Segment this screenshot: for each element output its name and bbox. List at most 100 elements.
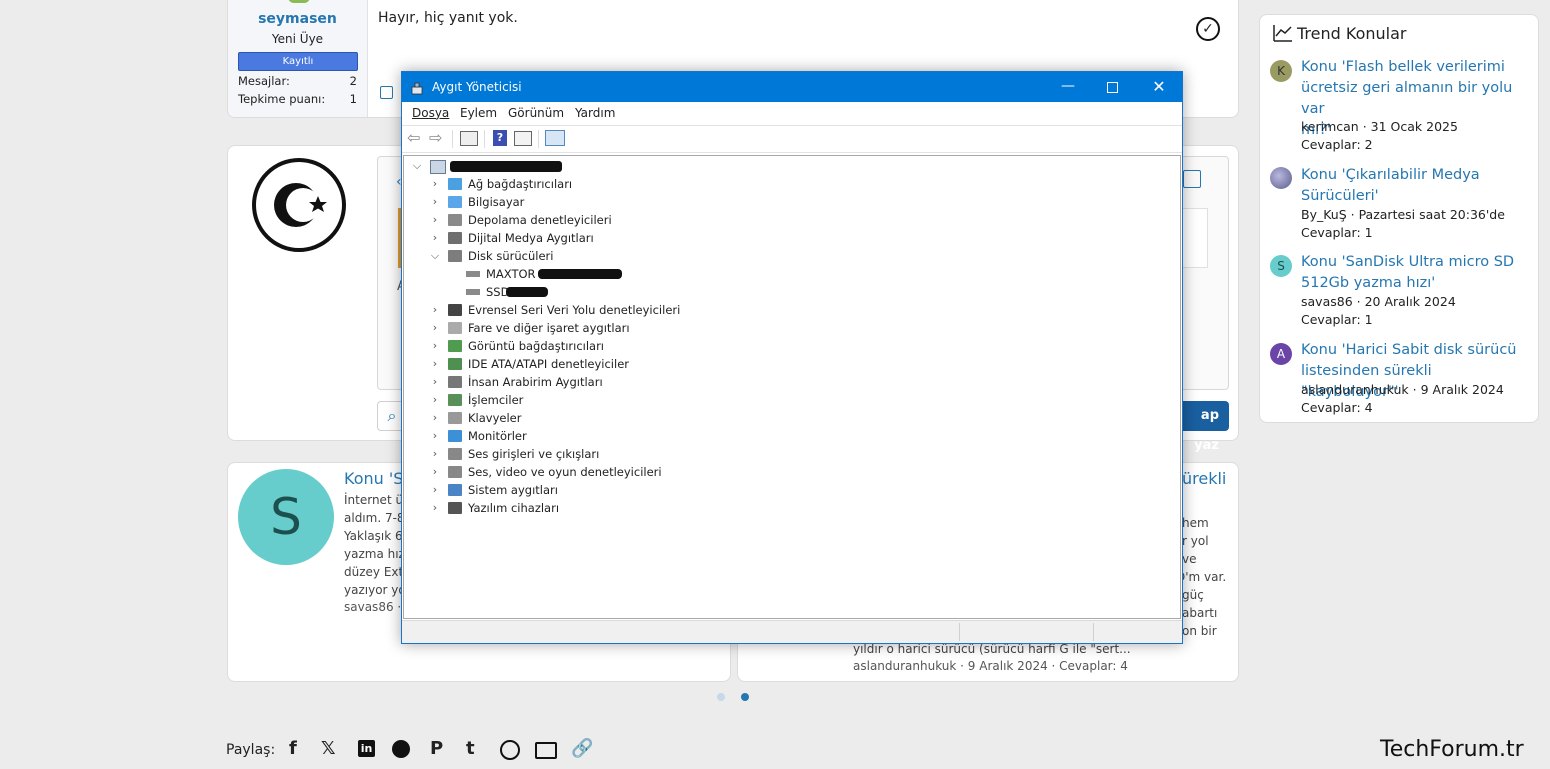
mouse-icon [448,322,462,334]
trend-meta: By_KuŞ · Pazartesi saat 20:36'de [1301,207,1505,222]
crescent-star-icon [274,183,327,227]
chevron-right-icon[interactable]: › [428,463,442,481]
reaction-label: Tepkime puanı: [238,92,326,106]
carousel-dot-2[interactable] [741,693,749,701]
carousel-dot-1[interactable] [717,693,725,701]
tree-category-label: Disk sürücüleri [468,249,554,263]
snippet-line: yazma hız [344,547,405,561]
disk-drive-icon [448,250,462,262]
snippet-line: güç [1182,588,1204,602]
similar-left-title[interactable]: Konu 'S [344,469,403,488]
status-divider [959,623,960,641]
menu-gorunum[interactable]: Görünüm [508,106,564,120]
hid-icon [448,376,462,388]
chevron-right-icon[interactable]: › [428,481,442,499]
tree-category-label: İşlemciler [468,393,524,407]
trend-avatar: S [1270,255,1292,277]
user-title: Yeni Üye [271,32,324,46]
chevron-right-icon[interactable]: › [428,391,442,409]
trend-link[interactable]: Konu 'SanDisk Ultra micro SD 512Gb yazma… [1301,252,1514,294]
linkedin-icon[interactable]: in [358,740,375,757]
chevron-right-icon[interactable]: › [428,193,442,211]
trend-item[interactable]: A Konu 'Harici Sabit disk sürücü listesi… [1270,342,1532,416]
help-icon[interactable]: ? [493,130,507,146]
preview-icon[interactable] [1183,170,1201,188]
tree-category-label: Monitörler [468,429,527,443]
similar-right-snippet-line: yıldır o harici sürücü (sürücü harfi G i… [853,642,1131,656]
disk-drive-icon [466,271,480,277]
chevron-down-icon[interactable]: ⌵ [428,247,442,265]
select-checkbox[interactable] [380,86,393,99]
tree-category-label: Ses, video ve oyun denetleyicileri [468,465,662,479]
trend-item[interactable]: S Konu 'SanDisk Ultra micro SD 512Gb yaz… [1270,254,1532,328]
trend-avatar-letter: K [1277,64,1285,78]
chevron-right-icon[interactable]: › [428,175,442,193]
chevron-right-icon[interactable]: › [428,427,442,445]
trend-meta: savas86 · 20 Aralık 2024 [1301,294,1456,309]
back-arrow-icon[interactable]: ⇦ [407,130,425,146]
snippet-line: düzey Ext [344,565,404,579]
reddit-icon[interactable] [392,740,410,758]
trend-replies: Cevaplar: 1 [1301,312,1373,327]
menu-eylem[interactable]: Eylem [460,106,497,120]
chevron-down-icon[interactable]: ⌵ [410,157,424,175]
keyboard-icon [448,412,462,424]
menu-dosya[interactable]: Dosya [412,106,449,120]
trend-item[interactable]: K Konu 'Flash bellek verilerimi ücretsiz… [1270,59,1532,152]
chevron-right-icon[interactable]: › [428,229,442,247]
chevron-right-icon[interactable]: › [428,211,442,229]
snippet-line: D'm var. [1176,570,1227,584]
chevron-right-icon[interactable]: › [428,499,442,517]
status-divider [1093,623,1094,641]
menu-yardim[interactable]: Yardım [575,106,615,120]
monitor-icon [448,430,462,442]
computer-icon [448,196,462,208]
properties-view-icon[interactable] [460,131,478,146]
trend-title: Trend Konular [1297,24,1407,43]
maximize-button[interactable] [1090,72,1134,102]
forward-arrow-icon[interactable]: ⇨ [429,130,447,146]
chevron-right-icon[interactable]: › [428,445,442,463]
snippet-line: ve [1182,552,1197,566]
menu-bar: Dosya Eylem Görünüm Yardım [402,102,1182,124]
reply-button-label: ap yaz [1194,408,1219,453]
chevron-right-icon[interactable]: › [428,373,442,391]
email-icon[interactable] [535,742,557,759]
similar-right-title-tail[interactable]: ürekli [1182,469,1226,488]
chevron-right-icon[interactable]: › [428,409,442,427]
trend-panel: Trend Konular K Konu 'Flash bellek veril… [1259,14,1539,423]
chevron-right-icon[interactable]: › [428,355,442,373]
whatsapp-icon[interactable] [500,740,520,760]
media-device-icon [448,232,462,244]
tree-category-label: Dijital Medya Aygıtları [468,231,594,245]
similar-left-avatar: S [238,469,334,565]
post-username[interactable]: seymasen [228,11,367,27]
status-bar [402,620,1182,643]
x-icon[interactable]: 𝕏 [321,738,336,759]
trend-item[interactable]: Konu 'Çıkarılabilir Medya Sürücüleri' By… [1270,167,1532,241]
trend-link-line: Konu 'Harici Sabit disk sürücü [1301,342,1517,358]
trend-avatar-letter: S [1277,259,1285,273]
scan-hardware-icon[interactable] [545,130,565,146]
computer-icon [430,160,446,174]
trend-replies: Cevaplar: 1 [1301,225,1373,240]
snippet-line: abartı [1182,606,1218,620]
link-icon[interactable]: 🔗 [571,738,593,759]
tumblr-icon[interactable]: t [466,738,475,759]
network-adapter-icon [448,178,462,190]
chevron-right-icon[interactable]: › [428,337,442,355]
tree-category-label: Ses girişleri ve çıkışları [468,447,600,461]
facebook-icon[interactable]: f [289,738,297,759]
window-titlebar[interactable]: Aygıt Yöneticisi — ✕ [402,72,1182,102]
chevron-right-icon[interactable]: › [428,319,442,337]
solution-check-icon[interactable]: ✓ [1196,17,1220,41]
trend-link-line: ücretsiz geri almanın bir yolu var [1301,80,1513,117]
trend-link[interactable]: Konu 'Çıkarılabilir Medya Sürücüleri' [1301,165,1480,207]
show-hidden-icon[interactable] [514,131,532,146]
chevron-right-icon[interactable]: › [428,301,442,319]
redacted-device-name [506,287,548,297]
pinterest-icon[interactable]: P [430,738,443,759]
close-button[interactable]: ✕ [1136,72,1182,102]
minimize-button[interactable]: — [1046,72,1090,102]
toolbar: ⇦ ⇨ ? [402,125,1182,153]
